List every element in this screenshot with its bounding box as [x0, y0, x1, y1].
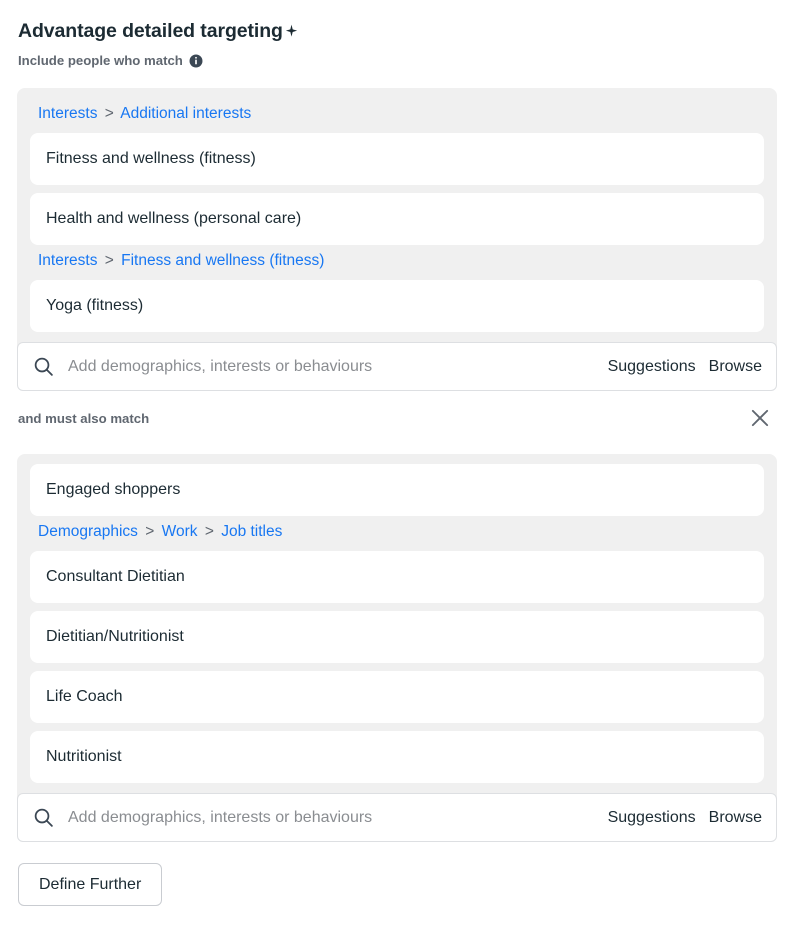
include-subtitle: Include people who match	[18, 52, 777, 70]
targeting-chip[interactable]: Consultant Dietitian	[30, 551, 764, 603]
search-input[interactable]	[68, 357, 598, 376]
include-subtitle-text: Include people who match	[18, 53, 183, 68]
search-input[interactable]	[68, 808, 598, 827]
targeting-chip[interactable]: Yoga (fitness)	[30, 280, 764, 332]
suggestions-button[interactable]: Suggestions	[608, 809, 696, 827]
search-icon	[33, 356, 54, 377]
page-title-text: Advantage detailed targeting	[18, 20, 283, 42]
include-search-bar[interactable]: Suggestions Browse	[17, 342, 777, 391]
detailed-targeting-panel: Advantage detailed targeting Include peo…	[0, 0, 794, 948]
breadcrumb-separator: >	[104, 105, 114, 122]
targeting-chip[interactable]: Health and wellness (personal care)	[30, 193, 764, 245]
page-title: Advantage detailed targeting	[18, 18, 777, 44]
targeting-chip[interactable]: Fitness and wellness (fitness)	[30, 133, 764, 185]
narrow-audience-row: and must also match	[18, 400, 777, 436]
targeting-chip[interactable]: Nutritionist	[30, 731, 764, 783]
breadcrumb-link[interactable]: Demographics	[38, 523, 138, 540]
targeting-section: Demographics > Work > Job titles Consult…	[30, 516, 764, 783]
narrow-search-bar[interactable]: Suggestions Browse	[17, 793, 777, 842]
targeting-section: Interests > Additional interests Fitness…	[30, 98, 764, 245]
browse-button[interactable]: Browse	[709, 358, 762, 376]
suggestions-button[interactable]: Suggestions	[608, 358, 696, 376]
targeting-section: Interests > Fitness and wellness (fitnes…	[30, 245, 764, 332]
targeting-chip[interactable]: Life Coach	[30, 671, 764, 723]
footer-actions: Define Further	[17, 863, 777, 906]
narrow-audience-label: and must also match	[18, 410, 150, 426]
search-actions: Suggestions Browse	[608, 358, 762, 376]
breadcrumb-link[interactable]: Interests	[38, 252, 97, 269]
targeting-chip[interactable]: Engaged shoppers	[30, 464, 764, 516]
breadcrumb-link[interactable]: Work	[162, 523, 198, 540]
search-actions: Suggestions Browse	[608, 809, 762, 827]
breadcrumb-link[interactable]: Interests	[38, 105, 97, 122]
breadcrumb: Interests > Additional interests	[30, 98, 764, 133]
breadcrumb-separator: >	[145, 523, 155, 540]
breadcrumb-separator: >	[104, 252, 114, 269]
breadcrumb: Interests > Fitness and wellness (fitnes…	[30, 245, 764, 280]
define-further-button[interactable]: Define Further	[18, 863, 163, 906]
info-icon[interactable]	[189, 54, 203, 68]
include-targeting-panel: Interests > Additional interests Fitness…	[17, 88, 777, 391]
breadcrumb-link[interactable]: Job titles	[221, 523, 282, 540]
sparkle-icon	[284, 22, 299, 40]
targeting-chip[interactable]: Dietitian/Nutritionist	[30, 611, 764, 663]
targeting-section: Engaged shoppers	[30, 464, 764, 516]
breadcrumb: Demographics > Work > Job titles	[30, 516, 764, 551]
breadcrumb-link[interactable]: Fitness and wellness (fitness)	[121, 252, 324, 269]
browse-button[interactable]: Browse	[709, 809, 762, 827]
search-icon	[33, 807, 54, 828]
breadcrumb-separator: >	[204, 523, 214, 540]
breadcrumb-link[interactable]: Additional interests	[120, 105, 251, 122]
close-icon[interactable]	[749, 407, 771, 429]
narrow-targeting-panel: Engaged shoppers Demographics > Work > J…	[17, 454, 777, 842]
